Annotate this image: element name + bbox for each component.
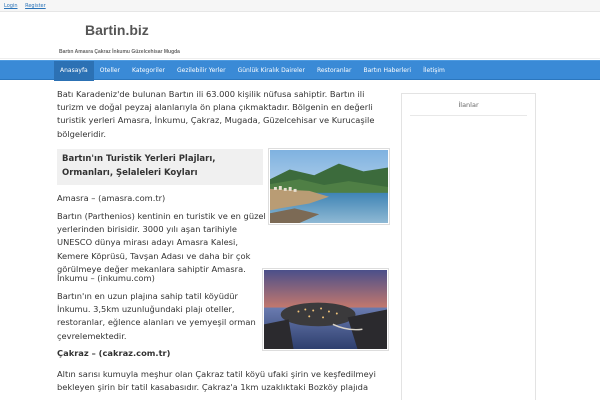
nav-item-anasayfa[interactable]: Anasayfa [54, 61, 94, 81]
register-link[interactable]: Register [25, 3, 46, 9]
amasra-heading[interactable]: Amasra – (amasra.com.tr) [57, 192, 165, 205]
amasra-image [268, 148, 390, 225]
nav-item-restoranlar[interactable]: Restoranlar [311, 61, 358, 81]
site-logo[interactable]: Bartin.biz [85, 22, 149, 38]
main-content: Batı Karadeniz'de bulunan Bartın ili 63.… [57, 88, 392, 400]
site-header: Bartin.biz Bartın Amasra Çakraz İnkumu G… [0, 12, 600, 59]
amasra-text-1: Bartın (Parthenios) kentinin en turistik… [57, 210, 266, 276]
main-nav: Anasayfa Oteller Kategoriler Gezilebilir… [0, 60, 600, 81]
sidebar-title: İlanlar [410, 94, 527, 116]
cakraz-text: Altın sarısı kumuyla meşhur olan Çakraz … [57, 369, 376, 393]
nav-item-oteller[interactable]: Oteller [94, 61, 126, 81]
nav-item-gunluk-kiralik-daireler[interactable]: Günlük Kiralık Daireler [232, 61, 311, 81]
nav-item-gezilebilir-yerler[interactable]: Gezilebilir Yerler [171, 61, 232, 81]
inkumu-image [262, 268, 389, 351]
nav-item-bartin-haberleri[interactable]: Bartın Haberleri [357, 61, 417, 81]
top-bar: Login Register [0, 0, 600, 12]
sidebar: İlanlar [401, 93, 536, 400]
section-title: Bartın'ın Turistik Yerleri Plajları, Orm… [57, 149, 263, 185]
intro-paragraph: Batı Karadeniz'de bulunan Bartın ili 63.… [57, 89, 375, 139]
nav-item-kategoriler[interactable]: Kategoriler [126, 61, 171, 81]
site-tagline: Bartın Amasra Çakraz İnkumu Güzelcehisar… [59, 49, 180, 55]
inkumu-heading[interactable]: İnkumu – (inkumu.com) [57, 272, 155, 285]
login-link[interactable]: Login [4, 3, 18, 9]
amasra-text: Bartın (Parthenios) kentinin en turistik… [57, 211, 266, 274]
nav-item-iletisim[interactable]: İletişim [417, 61, 451, 81]
cakraz-heading[interactable]: Çakraz – (cakraz.com.tr) [57, 347, 170, 360]
inkumu-text: Bartın'ın en uzun plajına sahip tatil kö… [57, 291, 256, 341]
